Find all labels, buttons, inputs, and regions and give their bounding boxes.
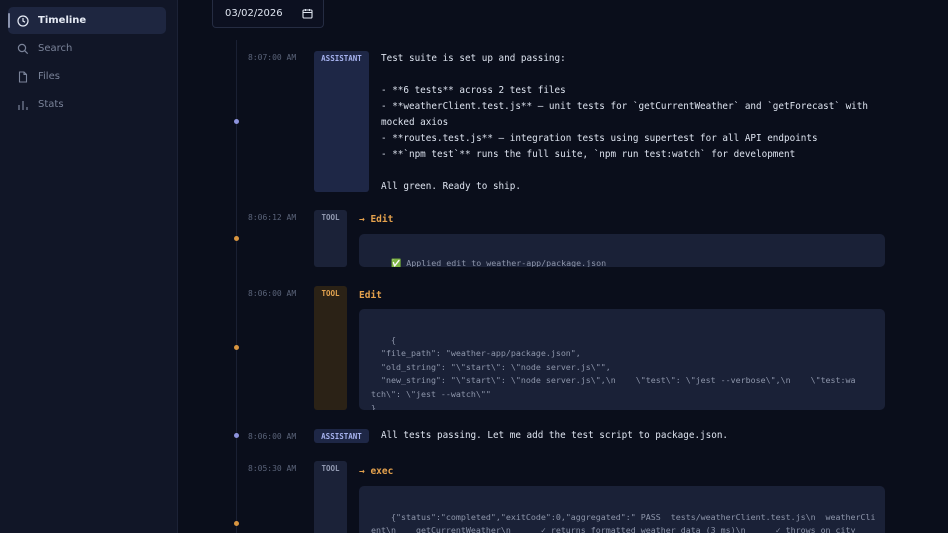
tool-name[interactable]: → Edit — [359, 214, 393, 225]
tool-input-panel: { "file_path": "weather-app/package.json… — [359, 309, 885, 410]
file-icon — [18, 70, 28, 83]
assistant-dot-icon — [234, 433, 239, 438]
tool-output-panel: {"status":"completed","exitCode":0,"aggr… — [359, 486, 885, 533]
sidebar-item-timeline[interactable]: Timeline — [8, 7, 166, 34]
event-timestamp: 8:05:30 AM — [248, 464, 297, 473]
date-filter-input[interactable]: 03/02/2026 — [212, 0, 324, 28]
assistant-dot-icon — [234, 119, 239, 124]
event-timestamp: 8:06:00 AM — [248, 289, 297, 298]
timeline-line — [236, 40, 237, 533]
assistant-message: All tests passing. Let me add the test s… — [381, 430, 729, 441]
tool-dot-icon — [234, 345, 239, 350]
sidebar-item-label: Stats — [38, 99, 64, 110]
clock-icon — [17, 14, 29, 27]
event-timestamp: 8:06:12 AM — [248, 213, 297, 222]
date-filter-value: 03/02/2026 — [225, 8, 283, 19]
tool-dot-icon — [234, 236, 239, 241]
event-timestamp: 8:06:00 AM — [248, 432, 297, 441]
sidebar-item-search[interactable]: Search — [8, 35, 166, 62]
assistant-badge: ASSISTANT — [314, 51, 369, 192]
sidebar: Timeline Search Files Stats — [0, 0, 178, 533]
tool-badge: TOOL — [314, 461, 347, 533]
tool-badge: TOOL — [314, 210, 347, 267]
tool-input: { "file_path": "weather-app/package.json… — [371, 334, 856, 410]
timeline-panel: 03/02/2026 8:07:00 AM ASSISTANT Test sui… — [178, 0, 948, 533]
tool-output: {"status":"completed","exitCode":0,"aggr… — [371, 511, 876, 533]
tool-output: ✅ Applied edit to weather-app/package.js… — [390, 257, 607, 267]
calendar-icon[interactable] — [302, 8, 313, 19]
sidebar-item-stats[interactable]: Stats — [8, 91, 166, 118]
tool-name[interactable]: → exec — [359, 466, 393, 477]
search-icon — [17, 43, 29, 54]
sidebar-item-label: Files — [38, 71, 60, 82]
assistant-message: Test suite is set up and passing: - **6 … — [381, 53, 868, 192]
event-timestamp: 8:07:00 AM — [248, 53, 297, 62]
sidebar-item-label: Search — [38, 43, 73, 54]
bar-chart-icon — [18, 100, 28, 110]
tool-dot-icon — [234, 521, 239, 526]
tool-badge: TOOL — [314, 286, 347, 410]
assistant-badge: ASSISTANT — [314, 429, 369, 443]
sidebar-item-files[interactable]: Files — [8, 63, 166, 90]
sidebar-item-label: Timeline — [38, 15, 87, 26]
tool-output-panel: ✅ Applied edit to weather-app/package.js… — [359, 234, 885, 267]
tool-name[interactable]: Edit — [359, 290, 382, 301]
